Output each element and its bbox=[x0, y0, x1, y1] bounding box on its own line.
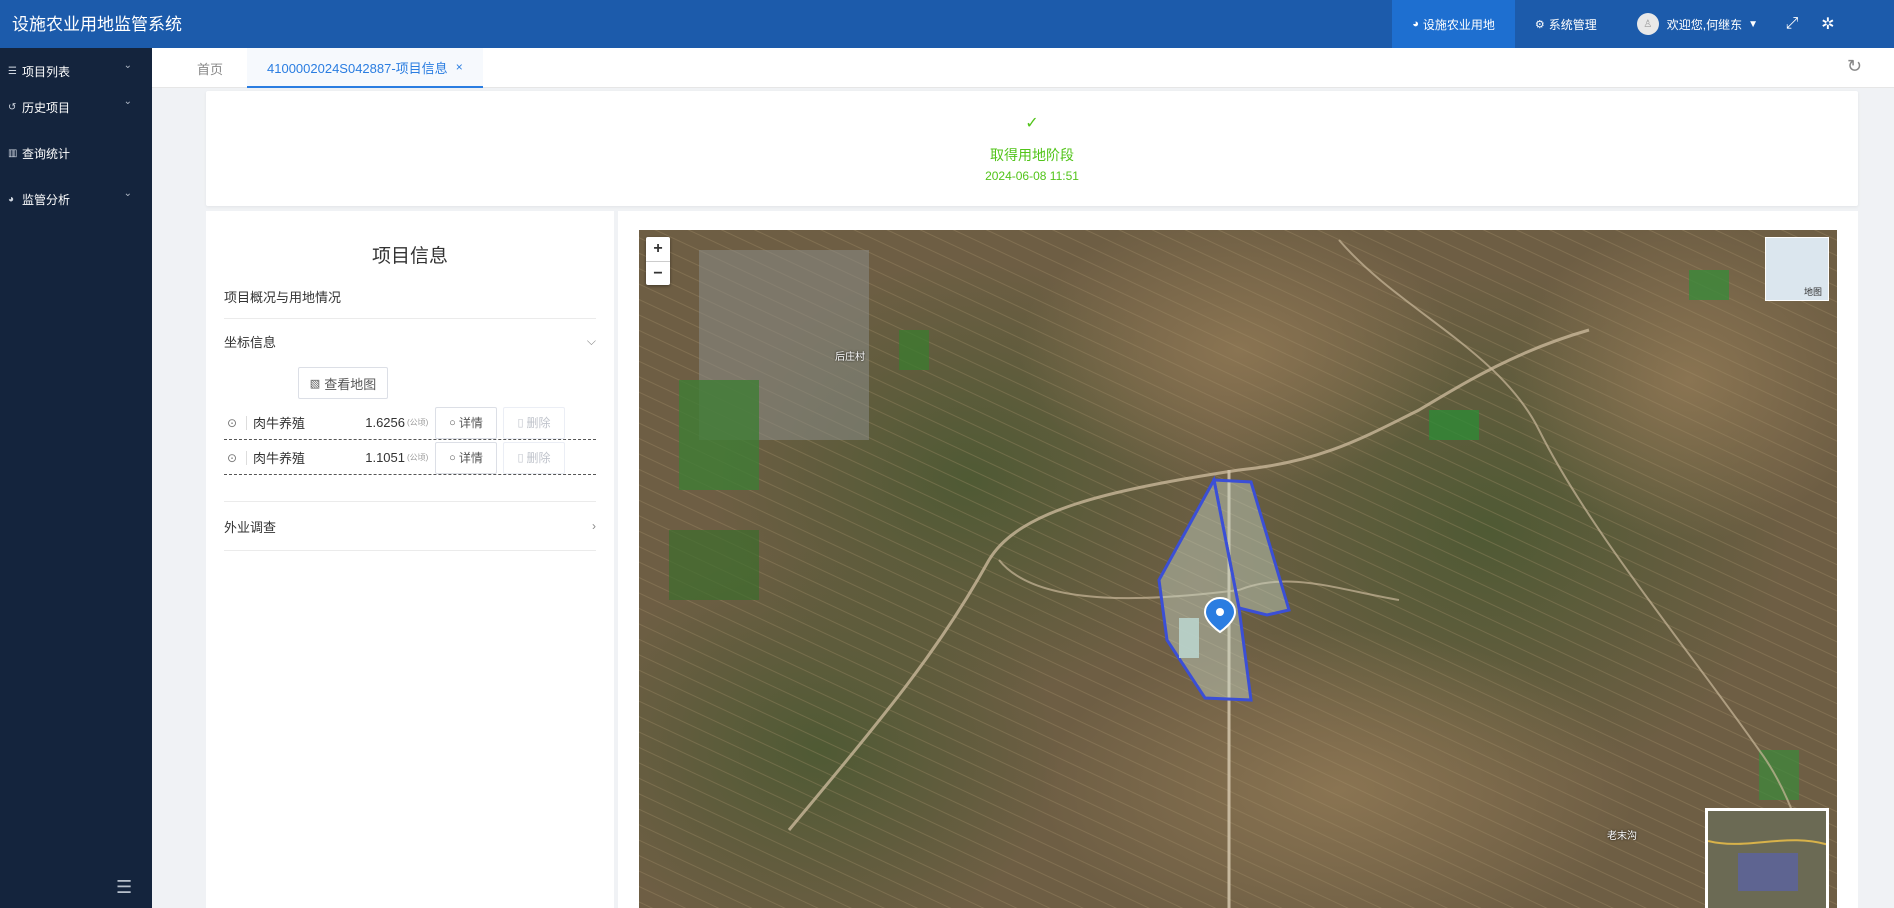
coord-area: 1.6256 bbox=[365, 415, 405, 430]
view-map-label: 查看地图 bbox=[324, 376, 377, 392]
coord-unit: (公顷) bbox=[407, 453, 429, 462]
top-nav: ◕ 设施农业用地 ⚙ 系统管理 ♙ 欢迎您,何继东 ▼ ⤢ ✲ bbox=[1392, 0, 1894, 48]
list-item: ⊙ 肉牛养殖 1.6256 (公顷) ○ 详情 ▯ 删除 bbox=[224, 406, 596, 440]
user-greeting: 欢迎您,何继东 bbox=[1666, 17, 1743, 32]
nav-facility-land-label: 设施农业用地 bbox=[1422, 17, 1495, 32]
search-icon: ○ bbox=[449, 416, 456, 429]
collapse-menu-icon[interactable]: ☰ bbox=[116, 877, 132, 898]
list-item: ⊙ 肉牛养殖 1.1051 (公顷) ○ 详情 ▯ 删除 bbox=[224, 441, 596, 475]
tab-bar: 首页 4100002024S042887-项目信息 × ↻ bbox=[152, 48, 1894, 88]
search-icon: ○ bbox=[449, 451, 456, 464]
refresh-icon[interactable]: ↻ bbox=[1847, 56, 1862, 77]
delete-label: 删除 bbox=[526, 416, 551, 430]
overview-imagery bbox=[1708, 811, 1826, 908]
list-icon: ☰ bbox=[8, 65, 17, 77]
chevron-down-icon: ⌄ bbox=[123, 188, 132, 199]
map-panel: 后庄村 老末沟 + − 地图 bbox=[618, 211, 1858, 908]
layer-label: 地图 bbox=[1803, 287, 1822, 297]
image-icon: ▧ bbox=[309, 377, 321, 390]
sidebar-item-label: 项目列表 bbox=[22, 64, 71, 79]
overview-map[interactable] bbox=[1705, 808, 1829, 908]
nav-system-management-label: 系统管理 bbox=[1548, 17, 1597, 32]
detail-label: 详情 bbox=[458, 416, 483, 430]
tab-home[interactable]: 首页 bbox=[197, 48, 223, 88]
chevron-down-icon: ▼ bbox=[1748, 18, 1758, 30]
chevron-down-icon: ⌄ bbox=[123, 96, 132, 107]
coord-name: 肉牛养殖 bbox=[253, 416, 306, 431]
satellite-map[interactable]: 后庄村 老末沟 + − 地图 bbox=[639, 230, 1837, 908]
coord-section-header[interactable]: 坐标信息 ⌵ bbox=[224, 319, 596, 363]
history-icon: ↺ bbox=[8, 101, 17, 113]
delete-label: 删除 bbox=[526, 451, 551, 465]
settings-icon[interactable]: ✲ bbox=[1810, 0, 1846, 48]
satellite-imagery bbox=[639, 230, 1837, 908]
user-menu[interactable]: ♙ 欢迎您,何继东 ▼ bbox=[1617, 0, 1774, 48]
status-stage: 取得用地阶段 bbox=[990, 147, 1074, 163]
divider bbox=[246, 415, 247, 430]
coord-name: 肉牛养殖 bbox=[253, 451, 306, 466]
panel-title: 项目信息 bbox=[371, 246, 448, 267]
view-map-button[interactable]: ▧ 查看地图 bbox=[298, 367, 388, 399]
sidebar-item-label: 查询统计 bbox=[22, 146, 71, 161]
coord-unit: (公顷) bbox=[407, 418, 429, 427]
trash-icon: ▯ bbox=[517, 452, 524, 464]
delete-button[interactable]: ▯ 删除 bbox=[503, 441, 565, 474]
chevron-down-icon: ⌄ bbox=[123, 60, 132, 71]
sidebar-item-label: 监管分析 bbox=[22, 192, 71, 207]
gears-icon: ⚙ bbox=[1534, 18, 1545, 31]
close-icon[interactable]: × bbox=[456, 60, 463, 74]
chevron-down-icon: ⌵ bbox=[586, 333, 596, 348]
pie-chart-icon: ◕ bbox=[8, 193, 15, 205]
app-title: 设施农业用地监管系统 bbox=[12, 15, 182, 34]
sidebar-item-query-stats[interactable]: ▥ 查询统计 bbox=[0, 130, 152, 176]
field-survey-label: 外业调查 bbox=[224, 519, 277, 535]
bar-chart-icon: ▥ bbox=[8, 147, 18, 159]
detail-label: 详情 bbox=[458, 451, 483, 465]
zoom-in-button[interactable]: + bbox=[646, 237, 670, 261]
field-survey-section[interactable]: 外业调查 › bbox=[224, 501, 596, 551]
sidebar-item-label: 历史项目 bbox=[22, 100, 71, 115]
location-icon: ⊙ bbox=[226, 450, 238, 465]
tab-project-info[interactable]: 4100002024S042887-项目信息 × bbox=[247, 48, 483, 88]
nav-system-management[interactable]: ⚙ 系统管理 bbox=[1515, 0, 1617, 48]
overview-label: 项目概况与用地情况 bbox=[224, 290, 342, 305]
sidebar-item-supervision[interactable]: ◕ 监管分析 ⌄ bbox=[0, 176, 152, 222]
trash-icon: ▯ bbox=[517, 417, 524, 429]
divider bbox=[246, 450, 247, 465]
place-label: 老末沟 bbox=[1607, 831, 1637, 842]
zoom-control: + − bbox=[646, 237, 670, 285]
nav-facility-land[interactable]: ◕ 设施农业用地 bbox=[1392, 0, 1515, 48]
coord-label: 坐标信息 bbox=[224, 334, 277, 350]
sidebar-item-history[interactable]: ↺ 历史项目 ⌄ bbox=[0, 84, 152, 130]
check-icon: ✓ bbox=[1025, 115, 1039, 132]
detail-button[interactable]: ○ 详情 bbox=[435, 441, 497, 474]
tab-project-info-label: 4100002024S042887-项目信息 bbox=[267, 60, 448, 76]
avatar: ♙ bbox=[1636, 13, 1659, 35]
sidebar: ☰ 项目列表 ⌄ ↺ 历史项目 ⌄ ▥ 查询统计 ◕ 监管分析 ⌄ ☰ bbox=[0, 48, 152, 908]
status-time: 2024-06-08 11:51 bbox=[985, 169, 1079, 183]
detail-button[interactable]: ○ 详情 bbox=[435, 406, 497, 439]
top-header: 设施农业用地监管系统 ◕ 设施农业用地 ⚙ 系统管理 ♙ 欢迎您,何继东 ▼ ⤢… bbox=[0, 0, 1894, 48]
status-card: ✓ 取得用地阶段 2024-06-08 11:51 bbox=[206, 91, 1858, 206]
zoom-out-button[interactable]: − bbox=[646, 261, 670, 285]
delete-button[interactable]: ▯ 删除 bbox=[503, 406, 565, 439]
place-label: 后庄村 bbox=[835, 352, 865, 363]
layer-switcher[interactable]: 地图 bbox=[1765, 237, 1829, 301]
chevron-right-icon: › bbox=[592, 519, 596, 533]
project-info-panel: 项目信息 项目概况与用地情况 坐标信息 ⌵ ▧ 查看地图 ⊙ 肉牛养殖 1.62… bbox=[206, 211, 614, 908]
coord-area: 1.1051 bbox=[365, 450, 405, 465]
pie-chart-icon: ◕ bbox=[1412, 18, 1419, 30]
overview-section[interactable]: 项目概况与用地情况 bbox=[224, 275, 596, 319]
location-icon: ⊙ bbox=[226, 415, 238, 430]
fullscreen-icon[interactable]: ⤢ bbox=[1774, 0, 1810, 48]
